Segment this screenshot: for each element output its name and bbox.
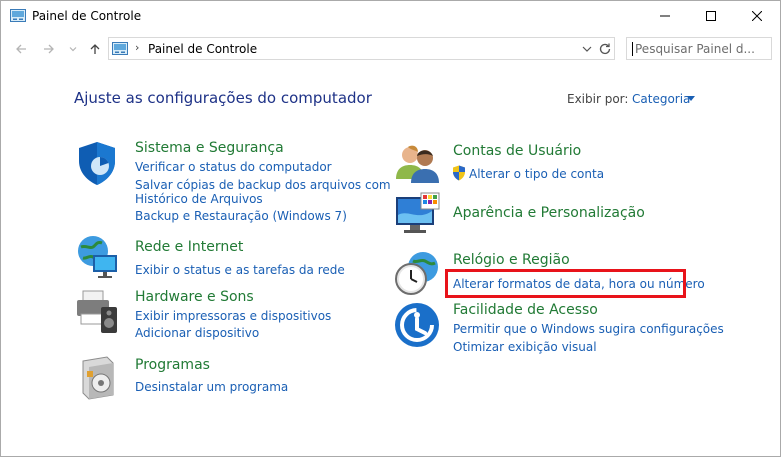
up-button[interactable] xyxy=(87,41,103,57)
link-permitir-sugestoes[interactable]: Permitir que o Windows sugira configuraç… xyxy=(453,322,724,336)
back-arrow-icon xyxy=(16,44,26,54)
link-salvar-copias[interactable]: Salvar cópias de backup dos arquivos com xyxy=(135,178,391,192)
maximize-icon xyxy=(706,11,716,21)
search-placeholder: Pesquisar Painel d... xyxy=(632,42,766,56)
search-input[interactable]: Pesquisar Painel d... xyxy=(626,37,772,60)
link-status-rede[interactable]: Exibir o status e as tarefas da rede xyxy=(135,263,345,277)
printer-speaker-icon[interactable] xyxy=(73,287,121,335)
red-highlight-box xyxy=(445,269,686,298)
link-adicionar-dispositivo[interactable]: Adicionar dispositivo xyxy=(135,326,259,340)
users-icon[interactable] xyxy=(393,139,441,187)
up-arrow-icon xyxy=(90,44,100,54)
recent-locations-button[interactable] xyxy=(65,41,81,57)
category-title-relogio[interactable]: Relógio e Região xyxy=(453,252,570,268)
uac-shield-icon xyxy=(453,165,465,181)
link-verificar-status[interactable]: Verificar o status do computador xyxy=(135,160,332,174)
link-backup-restauracao[interactable]: Backup e Restauração (Windows 7) xyxy=(135,209,347,223)
link-alterar-tipo-conta[interactable]: Alterar o tipo de conta xyxy=(469,167,604,181)
maximize-button[interactable] xyxy=(688,1,734,31)
view-by-dropdown[interactable]: Categoria xyxy=(632,92,690,106)
chevron-down-icon[interactable] xyxy=(687,96,695,101)
link-desinstalar-programa[interactable]: Desinstalar um programa xyxy=(135,380,288,394)
programs-box-icon[interactable] xyxy=(73,353,121,401)
link-otimizar-exibicao[interactable]: Otimizar exibição visual xyxy=(453,340,597,354)
forward-arrow-icon xyxy=(44,44,54,54)
close-icon xyxy=(752,11,762,21)
chevron-down-icon xyxy=(69,47,77,52)
category-title-programas[interactable]: Programas xyxy=(135,357,210,373)
network-globe-icon[interactable] xyxy=(73,233,121,281)
ease-of-access-icon[interactable] xyxy=(393,301,441,349)
shield-icon[interactable] xyxy=(73,139,121,187)
title-bar[interactable]: Painel de Controle xyxy=(1,1,780,31)
forward-button[interactable] xyxy=(41,41,57,57)
back-button[interactable] xyxy=(13,41,29,57)
control-panel-window: Painel de Controle › Painel de Controle … xyxy=(0,0,781,457)
category-title-hardware[interactable]: Hardware e Sons xyxy=(135,289,254,305)
clock-globe-icon[interactable] xyxy=(393,249,441,297)
category-title-contas[interactable]: Contas de Usuário xyxy=(453,143,581,159)
window-title: Painel de Controle xyxy=(32,9,142,23)
view-by-label: Exibir por: xyxy=(567,92,629,106)
category-title-acesso[interactable]: Facilidade de Acesso xyxy=(453,302,598,318)
control-panel-icon xyxy=(10,9,26,22)
minimize-button[interactable] xyxy=(642,1,688,31)
minimize-icon xyxy=(660,15,670,17)
link-impressoras[interactable]: Exibir impressoras e dispositivos xyxy=(135,309,331,323)
link-historico-arquivos[interactable]: Histórico de Arquivos xyxy=(135,192,263,206)
category-title-rede[interactable]: Rede e Internet xyxy=(135,239,243,255)
navigation-bar: › Painel de Controle Pesquisar Painel d.… xyxy=(1,34,780,64)
breadcrumb-item[interactable]: Painel de Controle xyxy=(148,42,257,56)
page-title: Ajuste as configurações do computador xyxy=(74,89,372,107)
monitor-palette-icon[interactable] xyxy=(393,191,441,239)
refresh-icon[interactable] xyxy=(597,41,613,57)
control-panel-icon xyxy=(112,42,128,55)
breadcrumb-separator-icon[interactable]: › xyxy=(135,41,139,54)
chevron-down-icon[interactable] xyxy=(581,43,593,55)
close-button[interactable] xyxy=(734,1,780,31)
address-bar[interactable]: › Painel de Controle xyxy=(108,37,615,60)
category-title-sistema[interactable]: Sistema e Segurança xyxy=(135,140,284,156)
category-title-aparencia[interactable]: Aparência e Personalização xyxy=(453,205,645,221)
